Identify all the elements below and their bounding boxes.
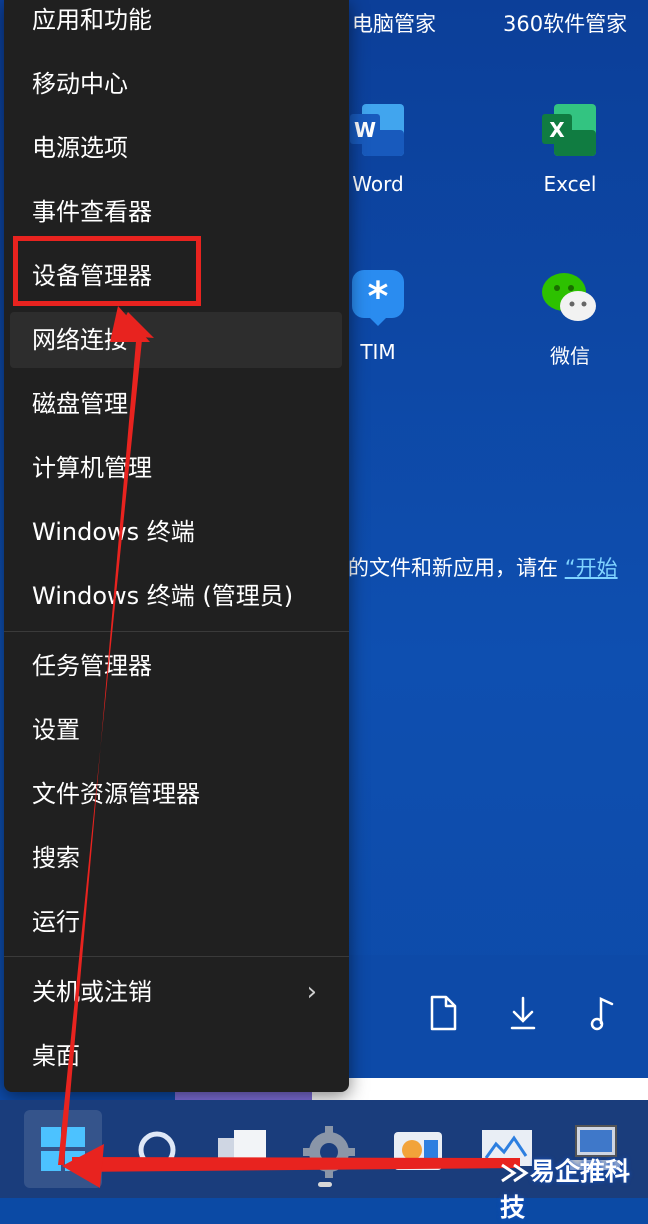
tutorial-arrows <box>58 306 520 1188</box>
watermark-logo-icon <box>500 1161 530 1185</box>
arrow-head-left <box>62 1144 104 1188</box>
arrow-shaft-horizontal <box>72 1157 520 1172</box>
arrow-shaft-vertical <box>58 330 143 1165</box>
watermark: 易企推科技 <box>500 1152 648 1224</box>
arrow-head-up-tip <box>110 306 150 342</box>
